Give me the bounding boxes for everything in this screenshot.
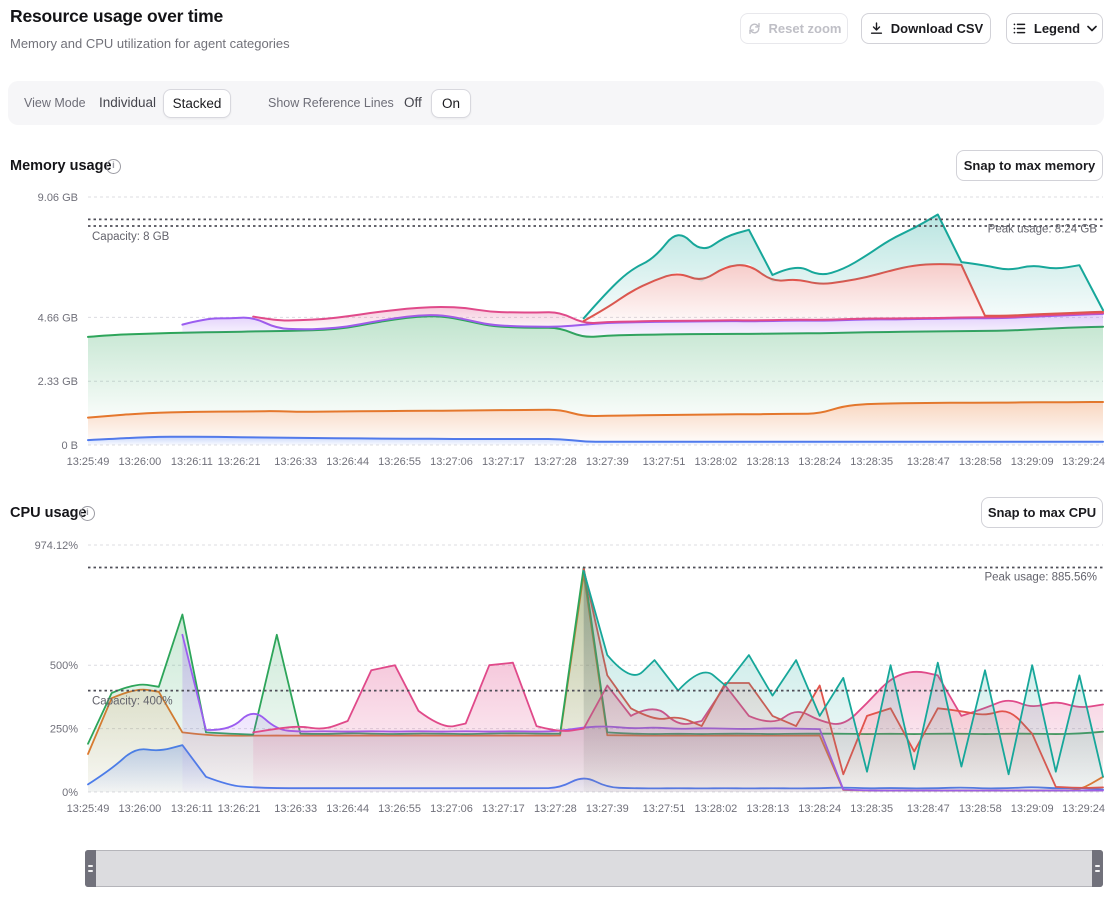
svg-text:13:26:44: 13:26:44 xyxy=(326,803,369,815)
svg-text:13:26:21: 13:26:21 xyxy=(218,803,261,815)
svg-text:13:29:24: 13:29:24 xyxy=(1062,456,1105,468)
svg-text:Capacity: 400%: Capacity: 400% xyxy=(92,696,173,708)
svg-text:13:26:00: 13:26:00 xyxy=(118,456,161,468)
svg-text:9.06 GB: 9.06 GB xyxy=(38,192,78,204)
brush-grip xyxy=(88,865,93,867)
page-title: Resource usage over time xyxy=(10,6,223,27)
brush-grip xyxy=(88,870,93,872)
download-csv-label: Download CSV xyxy=(891,21,983,36)
svg-text:0%: 0% xyxy=(62,787,78,799)
cpu-section-title: CPU usage xyxy=(10,505,87,521)
svg-text:500%: 500% xyxy=(50,660,78,672)
view-mode-stacked-option[interactable]: Stacked xyxy=(163,89,231,118)
brush-grip xyxy=(1095,870,1100,872)
svg-text:13:28:13: 13:28:13 xyxy=(746,456,789,468)
svg-text:13:28:58: 13:28:58 xyxy=(959,803,1002,815)
svg-text:13:28:02: 13:28:02 xyxy=(694,456,737,468)
reset-zoom-icon xyxy=(747,21,762,36)
svg-text:13:26:21: 13:26:21 xyxy=(218,456,261,468)
page-subtitle: Memory and CPU utilization for agent cat… xyxy=(10,36,290,51)
svg-text:13:27:39: 13:27:39 xyxy=(586,456,629,468)
svg-text:250%: 250% xyxy=(50,724,78,736)
svg-text:13:29:24: 13:29:24 xyxy=(1062,803,1105,815)
svg-text:13:27:51: 13:27:51 xyxy=(643,803,686,815)
svg-text:974.12%: 974.12% xyxy=(35,540,79,552)
legend-label: Legend xyxy=(1034,21,1080,36)
svg-text:13:25:49: 13:25:49 xyxy=(67,803,110,815)
svg-text:13:26:00: 13:26:00 xyxy=(118,803,161,815)
svg-text:Peak usage: 885.56%: Peak usage: 885.56% xyxy=(984,572,1097,584)
svg-text:13:27:51: 13:27:51 xyxy=(643,456,686,468)
svg-text:13:28:02: 13:28:02 xyxy=(694,803,737,815)
cpu-info-icon[interactable]: i xyxy=(80,506,95,521)
view-mode-label: View Mode xyxy=(24,96,86,110)
svg-text:13:26:55: 13:26:55 xyxy=(378,803,421,815)
svg-text:13:28:47: 13:28:47 xyxy=(907,456,950,468)
reference-lines-off-option[interactable]: Off xyxy=(404,95,422,110)
svg-text:13:26:33: 13:26:33 xyxy=(274,456,317,468)
snap-to-max-cpu-button[interactable]: Snap to max CPU xyxy=(981,497,1103,528)
reset-zoom-button[interactable]: Reset zoom xyxy=(740,13,848,44)
svg-text:4.66 GB: 4.66 GB xyxy=(38,312,78,324)
reset-zoom-label: Reset zoom xyxy=(769,21,842,36)
view-options-toolbar: View Mode Individual Stacked Show Refere… xyxy=(8,81,1104,125)
svg-text:13:26:44: 13:26:44 xyxy=(326,456,369,468)
svg-text:13:28:58: 13:28:58 xyxy=(959,456,1002,468)
svg-text:13:28:35: 13:28:35 xyxy=(850,803,893,815)
svg-text:0 B: 0 B xyxy=(61,440,78,452)
memory-info-icon[interactable]: i xyxy=(106,159,121,174)
svg-text:13:29:09: 13:29:09 xyxy=(1011,803,1054,815)
cpu-usage-chart[interactable]: 974.12% 500% 250% 0% Capacity: 400% Peak usag… xyxy=(0,535,1116,820)
svg-text:Capacity: 8 GB: Capacity: 8 GB xyxy=(92,231,170,243)
svg-text:13:28:47: 13:28:47 xyxy=(907,803,950,815)
snap-memory-label: Snap to max memory xyxy=(964,158,1096,173)
svg-text:13:29:09: 13:29:09 xyxy=(1011,456,1054,468)
legend-button[interactable]: Legend xyxy=(1006,13,1103,44)
svg-text:13:27:17: 13:27:17 xyxy=(482,456,525,468)
brush-handle-left[interactable] xyxy=(85,850,96,887)
show-reference-lines-label: Show Reference Lines xyxy=(268,96,394,110)
time-range-brush[interactable] xyxy=(85,850,1103,887)
download-icon xyxy=(869,21,884,36)
svg-text:Peak usage: 8.24 GB: Peak usage: 8.24 GB xyxy=(988,223,1098,235)
chevron-down-icon xyxy=(1087,25,1097,32)
brush-grip xyxy=(1095,865,1100,867)
memory-usage-chart[interactable]: 9.06 GB 4.66 GB 2.33 GB 0 B Capacity: 8 GB Pe… xyxy=(0,188,1116,473)
memory-section-title: Memory usage xyxy=(10,158,112,174)
brush-handle-right[interactable] xyxy=(1092,850,1103,887)
snap-cpu-label: Snap to max CPU xyxy=(988,505,1096,520)
svg-text:13:26:11: 13:26:11 xyxy=(171,803,213,815)
svg-text:13:26:55: 13:26:55 xyxy=(378,456,421,468)
svg-text:2.33 GB: 2.33 GB xyxy=(38,376,78,388)
svg-text:13:27:28: 13:27:28 xyxy=(534,456,577,468)
download-csv-button[interactable]: Download CSV xyxy=(861,13,991,44)
svg-text:13:26:11: 13:26:11 xyxy=(171,456,213,468)
svg-text:13:27:06: 13:27:06 xyxy=(430,456,473,468)
svg-text:13:27:17: 13:27:17 xyxy=(482,803,525,815)
svg-text:13:28:13: 13:28:13 xyxy=(746,803,789,815)
svg-text:13:27:06: 13:27:06 xyxy=(430,803,473,815)
svg-text:13:28:35: 13:28:35 xyxy=(850,456,893,468)
svg-text:13:27:28: 13:27:28 xyxy=(534,803,577,815)
snap-to-max-memory-button[interactable]: Snap to max memory xyxy=(956,150,1103,181)
svg-text:13:25:49: 13:25:49 xyxy=(67,456,110,468)
view-mode-individual-option[interactable]: Individual xyxy=(99,95,156,110)
reference-lines-on-option[interactable]: On xyxy=(431,89,471,118)
svg-text:13:26:33: 13:26:33 xyxy=(274,803,317,815)
svg-text:13:27:39: 13:27:39 xyxy=(586,803,629,815)
svg-text:13:28:24: 13:28:24 xyxy=(798,803,841,815)
legend-list-icon xyxy=(1012,21,1027,36)
svg-text:13:28:24: 13:28:24 xyxy=(798,456,841,468)
